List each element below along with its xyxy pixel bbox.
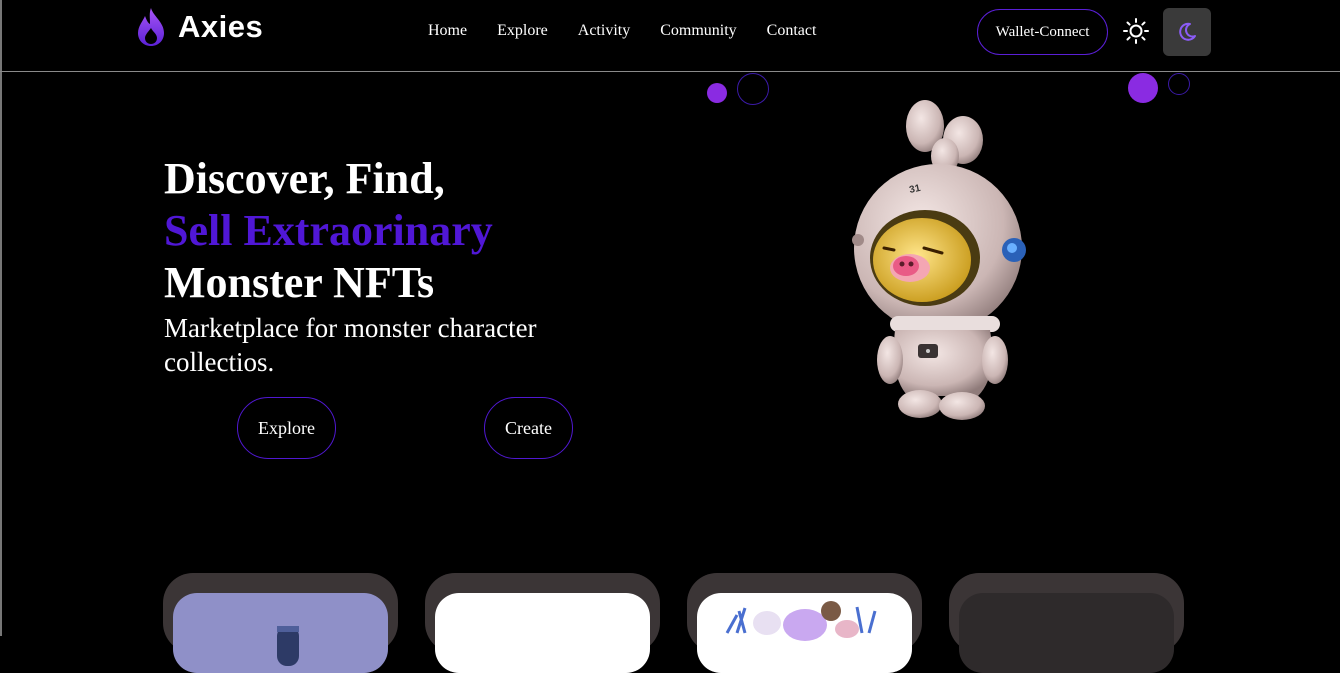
hero-title: Discover, Find, Sell Extraorinary Monste… — [164, 153, 493, 309]
nft-card-image — [435, 593, 650, 673]
hero-title-line1: Discover, Find, — [164, 154, 445, 203]
decor-dot-filled — [707, 83, 727, 103]
nft-card[interactable] — [163, 573, 398, 673]
nft-card[interactable] — [949, 573, 1184, 673]
nft-artwork-image — [725, 601, 877, 641]
hero-subtitle: Marketplace for monster character collec… — [164, 313, 537, 377]
brand-name: Axies — [178, 9, 264, 44]
hero-title-line2: Sell Extraorinary — [164, 206, 493, 255]
decor-dot-filled — [1128, 73, 1158, 103]
decor-dot-ring — [1168, 73, 1190, 95]
sun-icon[interactable] — [1122, 17, 1150, 45]
flame-logo-icon — [138, 8, 164, 46]
explore-button[interactable]: Explore — [237, 397, 336, 459]
nav-community[interactable]: Community — [660, 22, 736, 40]
create-button[interactable]: Create — [484, 397, 573, 459]
astronaut-monster-image: 31 — [852, 100, 1026, 420]
top-navbar: Axies Home Explore Activity Community Co… — [0, 0, 1340, 72]
nft-card-image — [697, 593, 912, 673]
nav-home[interactable]: Home — [428, 22, 467, 40]
brand-logo[interactable]: Axies — [134, 6, 263, 48]
nft-card-image — [959, 593, 1174, 673]
nft-artwork-image — [277, 626, 299, 666]
nav-contact[interactable]: Contact — [767, 22, 817, 40]
nft-card-image — [173, 593, 388, 673]
dark-mode-button[interactable] — [1163, 8, 1211, 56]
moon-icon — [1179, 22, 1196, 41]
nft-card[interactable] — [687, 573, 922, 673]
wallet-connect-button[interactable]: Wallet-Connect — [977, 9, 1108, 55]
decor-dot-ring — [737, 73, 769, 105]
nft-card[interactable] — [425, 573, 660, 673]
nav-activity[interactable]: Activity — [578, 22, 630, 40]
hero-title-line3: Monster NFTs — [164, 258, 435, 307]
main-nav: Home Explore Activity Community Contact — [413, 22, 831, 40]
nav-explore[interactable]: Explore — [497, 22, 548, 40]
